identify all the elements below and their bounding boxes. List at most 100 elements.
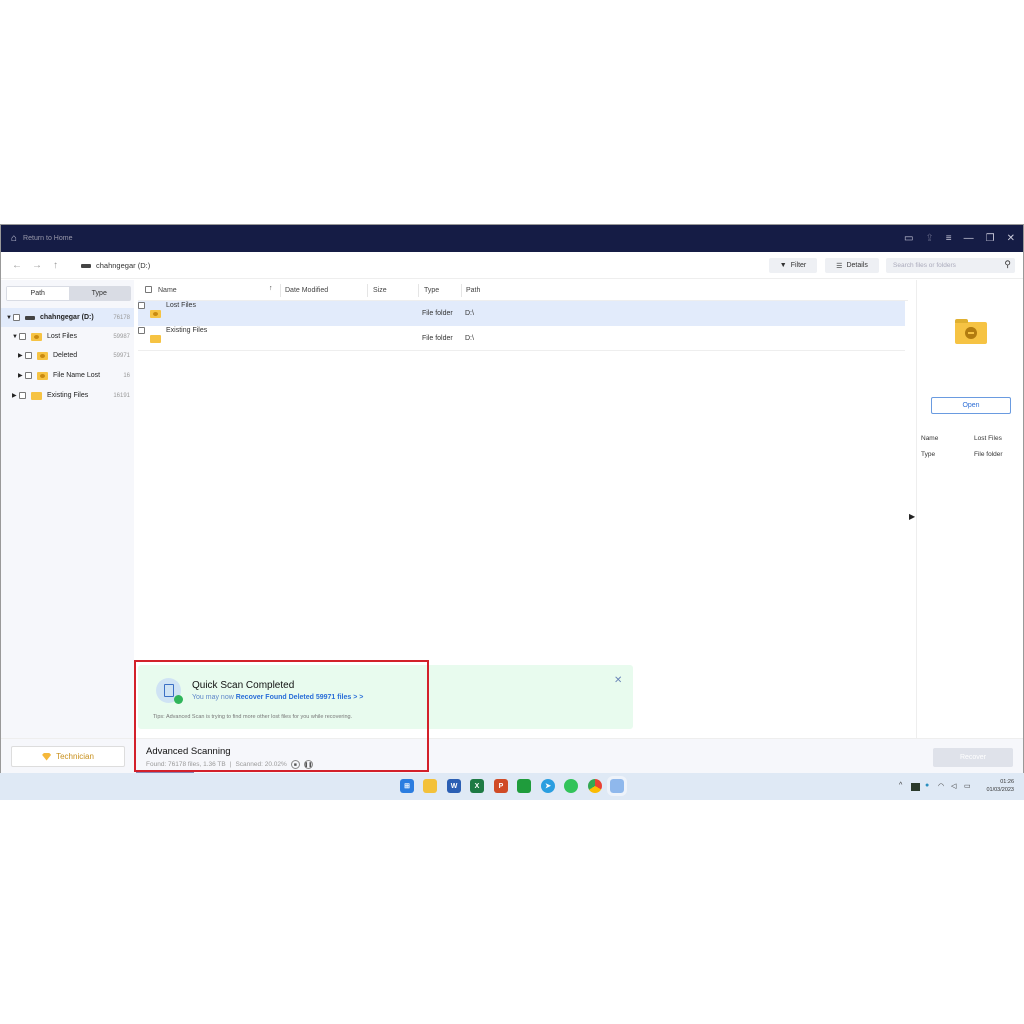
column-path[interactable]: Path — [466, 287, 480, 294]
filter-button[interactable]: ▼ Filter — [769, 258, 817, 273]
file-explorer-icon[interactable] — [423, 779, 437, 793]
scan-complete-icon — [156, 678, 183, 704]
whatsapp-icon[interactable] — [564, 779, 578, 793]
stop-scan-button[interactable]: ■ — [290, 760, 300, 769]
technician-button[interactable]: Technician — [11, 746, 125, 767]
details-label: Details — [846, 262, 868, 269]
name-value: Lost Files — [974, 435, 1002, 442]
restore-icon[interactable]: ❐ — [986, 233, 995, 244]
scan-found: Found: 76178 files, 1.36 TB — [146, 761, 226, 768]
tab-path[interactable]: Path — [7, 287, 69, 300]
details-button[interactable]: ☰ Details — [825, 258, 879, 273]
folder-icon — [150, 335, 161, 343]
column-type[interactable]: Type — [424, 287, 439, 294]
quick-scan-notice: Quick Scan Completed You may now Recover… — [138, 665, 633, 729]
search-icon[interactable]: ⚲ — [1004, 259, 1011, 270]
tree-label: Deleted — [53, 352, 78, 359]
tree-count: 76178 — [113, 314, 130, 321]
nvidia-icon[interactable] — [911, 783, 920, 791]
bottom-bar: Technician Advanced Scanning Found: 7617… — [1, 738, 1023, 774]
menu-icon[interactable]: ≡ — [946, 233, 952, 244]
close-notice-icon[interactable]: ✕ — [614, 675, 622, 686]
tray-overflow-icon[interactable]: ^ — [899, 782, 902, 789]
view-toggle: Path Type — [6, 286, 131, 301]
security-icon[interactable]: ● — [925, 782, 929, 789]
forward-icon[interactable]: → — [32, 260, 42, 271]
tree-item-lost-files[interactable]: ▼ Lost Files 59987 — [1, 327, 134, 346]
checkbox[interactable] — [25, 352, 32, 359]
checkbox[interactable] — [19, 333, 26, 340]
filter-label: Filter — [790, 262, 807, 269]
battery-icon[interactable]: ▭ — [964, 782, 971, 790]
tree-label: File Name Lost — [53, 372, 101, 379]
checkbox[interactable] — [13, 314, 20, 321]
chrome-icon[interactable] — [588, 779, 602, 793]
open-button[interactable]: Open — [931, 397, 1011, 414]
back-icon[interactable]: ← — [12, 260, 22, 271]
column-date-modified[interactable]: Date Modified — [285, 287, 328, 294]
evernote-icon[interactable] — [517, 779, 531, 793]
table-row[interactable]: Existing Files File folder D:\ — [138, 326, 905, 351]
filter-icon: ▼ — [779, 262, 787, 269]
excel-icon[interactable]: X — [470, 779, 484, 793]
drive-icon — [81, 263, 91, 268]
up-icon[interactable]: ↑ — [53, 260, 58, 271]
close-icon[interactable]: ✕ — [1007, 233, 1015, 244]
tree-item-drive[interactable]: ▼ chahngegar (D:) 76178 — [1, 308, 134, 327]
tree-count: 59987 — [113, 333, 130, 340]
clock-date: 01/03/2023 — [986, 787, 1014, 793]
title-bar: ⌂ Return to Home ▭ ⇪ ≡ — ❐ ✕ — [1, 225, 1023, 252]
column-name[interactable]: Name — [158, 287, 177, 294]
row-name: Existing Files — [166, 326, 208, 334]
share-icon[interactable]: ⇪ — [925, 233, 933, 244]
deleted-folder-icon — [37, 351, 48, 360]
toolbar: ← → ↑ chahngegar (D:) ▼ Filter ☰ Details S… — [1, 252, 1023, 279]
checkbox[interactable] — [25, 372, 32, 379]
row-type: File folder — [422, 335, 453, 342]
home-icon[interactable]: ⌂ — [11, 233, 17, 244]
windows-start-icon[interactable]: ⊞ — [400, 779, 414, 793]
sort-asc-icon[interactable]: ↑ — [269, 285, 273, 292]
recover-button[interactable]: Recover — [933, 748, 1013, 767]
pause-scan-button[interactable]: ❚❚ — [303, 760, 313, 769]
return-home-link[interactable]: Return to Home — [23, 235, 72, 242]
notice-tip: Tips: Advanced Scan is trying to find mo… — [153, 714, 353, 720]
lost-folder-icon — [31, 332, 42, 341]
column-size[interactable]: Size — [373, 287, 387, 294]
checkbox[interactable] — [138, 301, 145, 309]
feedback-icon[interactable]: ▭ — [904, 233, 913, 244]
taskbar: ⊞ W X P ➤ ^ ● ◠ ◁ ▭ 01:26 01/03/2023 — [0, 773, 1024, 800]
table-header: Name ↑ Date Modified Size Type Path — [138, 280, 908, 301]
minimize-icon[interactable]: — — [964, 233, 974, 244]
drive-icon — [25, 315, 35, 320]
clock-time: 01:26 — [1000, 779, 1014, 785]
tab-type[interactable]: Type — [69, 287, 131, 300]
app-window: ⌂ Return to Home ▭ ⇪ ≡ — ❐ ✕ ← → ↑ chahn… — [0, 224, 1024, 774]
telegram-icon[interactable]: ➤ — [541, 779, 555, 793]
clock[interactable]: 01:26 01/03/2023 — [986, 778, 1014, 794]
tree-item-deleted[interactable]: ▶ Deleted 59971 — [1, 346, 134, 365]
tree-label: Lost Files — [47, 333, 77, 340]
tree-item-existing-files[interactable]: ▶ Existing Files 16191 — [1, 386, 134, 405]
tree-item-file-name-lost[interactable]: ▶ File Name Lost 16 — [1, 366, 134, 385]
row-path: D:\ — [465, 310, 474, 317]
scan-status: Found: 76178 files, 1.36 TB | Scanned: 20… — [146, 760, 313, 769]
list-icon: ☰ — [836, 262, 843, 270]
recovery-app-icon[interactable] — [607, 776, 627, 796]
recover-deleted-link[interactable]: Recover Found Deleted 59971 files > > — [236, 694, 364, 701]
table-row[interactable]: Lost Files File folder D:\ — [138, 301, 905, 326]
search-input[interactable]: Search files or folders ⚲ — [886, 258, 1015, 273]
powerpoint-icon[interactable]: P — [494, 779, 508, 793]
tree-count: 59971 — [113, 352, 130, 359]
volume-icon[interactable]: ◁ — [951, 782, 956, 790]
lost-folder-preview-icon — [955, 319, 987, 344]
select-all-checkbox[interactable] — [145, 286, 152, 293]
collapse-pane-icon[interactable]: ▶ — [909, 512, 915, 521]
type-value: File folder — [974, 451, 1003, 458]
checkbox[interactable] — [138, 326, 145, 334]
wifi-icon[interactable]: ◠ — [938, 782, 944, 790]
tree-count: 16 — [123, 372, 130, 379]
checkbox[interactable] — [19, 392, 26, 399]
word-icon[interactable]: W — [447, 779, 461, 793]
breadcrumb-drive[interactable]: chahngegar (D:) — [96, 261, 150, 270]
